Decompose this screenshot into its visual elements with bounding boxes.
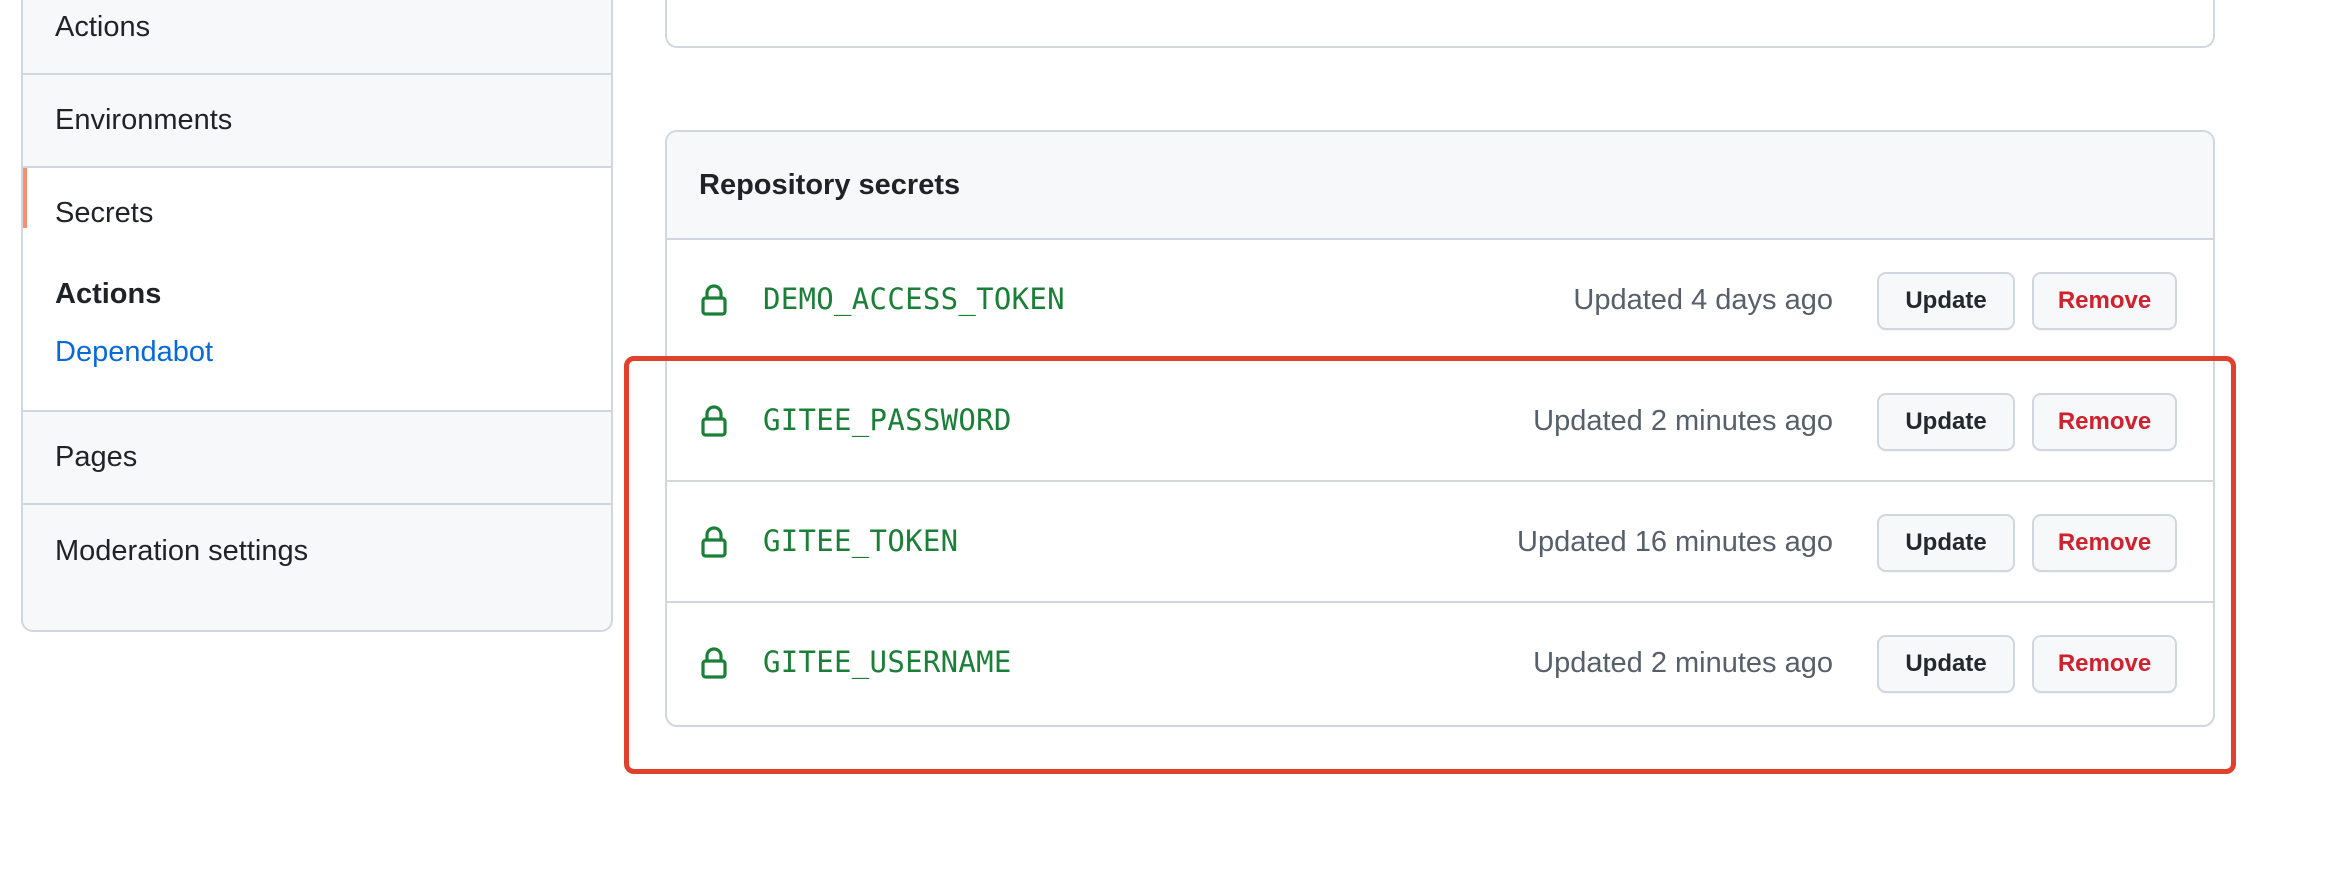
- secret-name: GITEE_TOKEN: [763, 524, 959, 558]
- update-secret-button[interactable]: Update: [1877, 393, 2015, 451]
- secret-updated-time: Updated 16 minutes ago: [1517, 526, 1833, 558]
- sidebar-item-label: Pages: [55, 441, 138, 473]
- secret-row: GITEE_TOKEN Updated 16 minutes ago Updat…: [667, 482, 2213, 603]
- lock-icon: [701, 284, 727, 316]
- subnav-item-actions[interactable]: Actions: [55, 278, 161, 311]
- remove-secret-button[interactable]: Remove: [2032, 393, 2177, 451]
- settings-page: Actions Environments Secrets Actions Dep…: [0, 0, 2332, 870]
- secret-name: DEMO_ACCESS_TOKEN: [763, 282, 1065, 316]
- remove-secret-button[interactable]: Remove: [2032, 635, 2177, 693]
- update-secret-button[interactable]: Update: [1877, 514, 2015, 572]
- secret-row: GITEE_USERNAME Updated 2 minutes ago Upd…: [667, 603, 2213, 724]
- sidebar-item-actions[interactable]: Actions: [23, 0, 611, 75]
- secret-row: GITEE_PASSWORD Updated 2 minutes ago Upd…: [667, 361, 2213, 482]
- update-secret-button[interactable]: Update: [1877, 272, 2015, 330]
- lock-icon: [701, 647, 727, 679]
- sidebar-item-label: Moderation settings: [55, 535, 309, 567]
- sidebar-item-pages[interactable]: Pages: [23, 412, 611, 505]
- lock-icon: [701, 405, 727, 437]
- secret-updated-time: Updated 2 minutes ago: [1533, 405, 1833, 437]
- sidebar-item-label: Actions: [55, 11, 151, 43]
- panel-title: Repository secrets: [667, 132, 2213, 240]
- secret-name: GITEE_PASSWORD: [763, 403, 1012, 437]
- secret-updated-time: Updated 2 minutes ago: [1533, 647, 1833, 679]
- lock-icon: [701, 526, 727, 558]
- repository-secrets-panel: Repository secrets DEMO_ACCESS_TOKEN Upd…: [665, 130, 2215, 727]
- remove-secret-button[interactable]: Remove: [2032, 272, 2177, 330]
- secret-row: DEMO_ACCESS_TOKEN Updated 4 days ago Upd…: [667, 240, 2213, 361]
- sidebar-item-environments[interactable]: Environments: [23, 75, 611, 168]
- subnav-item-dependabot[interactable]: Dependabot: [55, 336, 213, 369]
- sidebar-item-label: Environments: [55, 104, 233, 136]
- secrets-subnav: Actions Dependabot: [23, 228, 611, 412]
- update-secret-button[interactable]: Update: [1877, 635, 2015, 693]
- previous-section-card: [665, 0, 2215, 48]
- sidebar-item-label: Secrets: [55, 197, 154, 229]
- settings-sidebar: Actions Environments Secrets Actions Dep…: [21, 0, 613, 632]
- secret-updated-time: Updated 4 days ago: [1573, 284, 1833, 316]
- sidebar-item-moderation-settings[interactable]: Moderation settings: [23, 505, 611, 598]
- secret-name: GITEE_USERNAME: [763, 645, 1012, 679]
- remove-secret-button[interactable]: Remove: [2032, 514, 2177, 572]
